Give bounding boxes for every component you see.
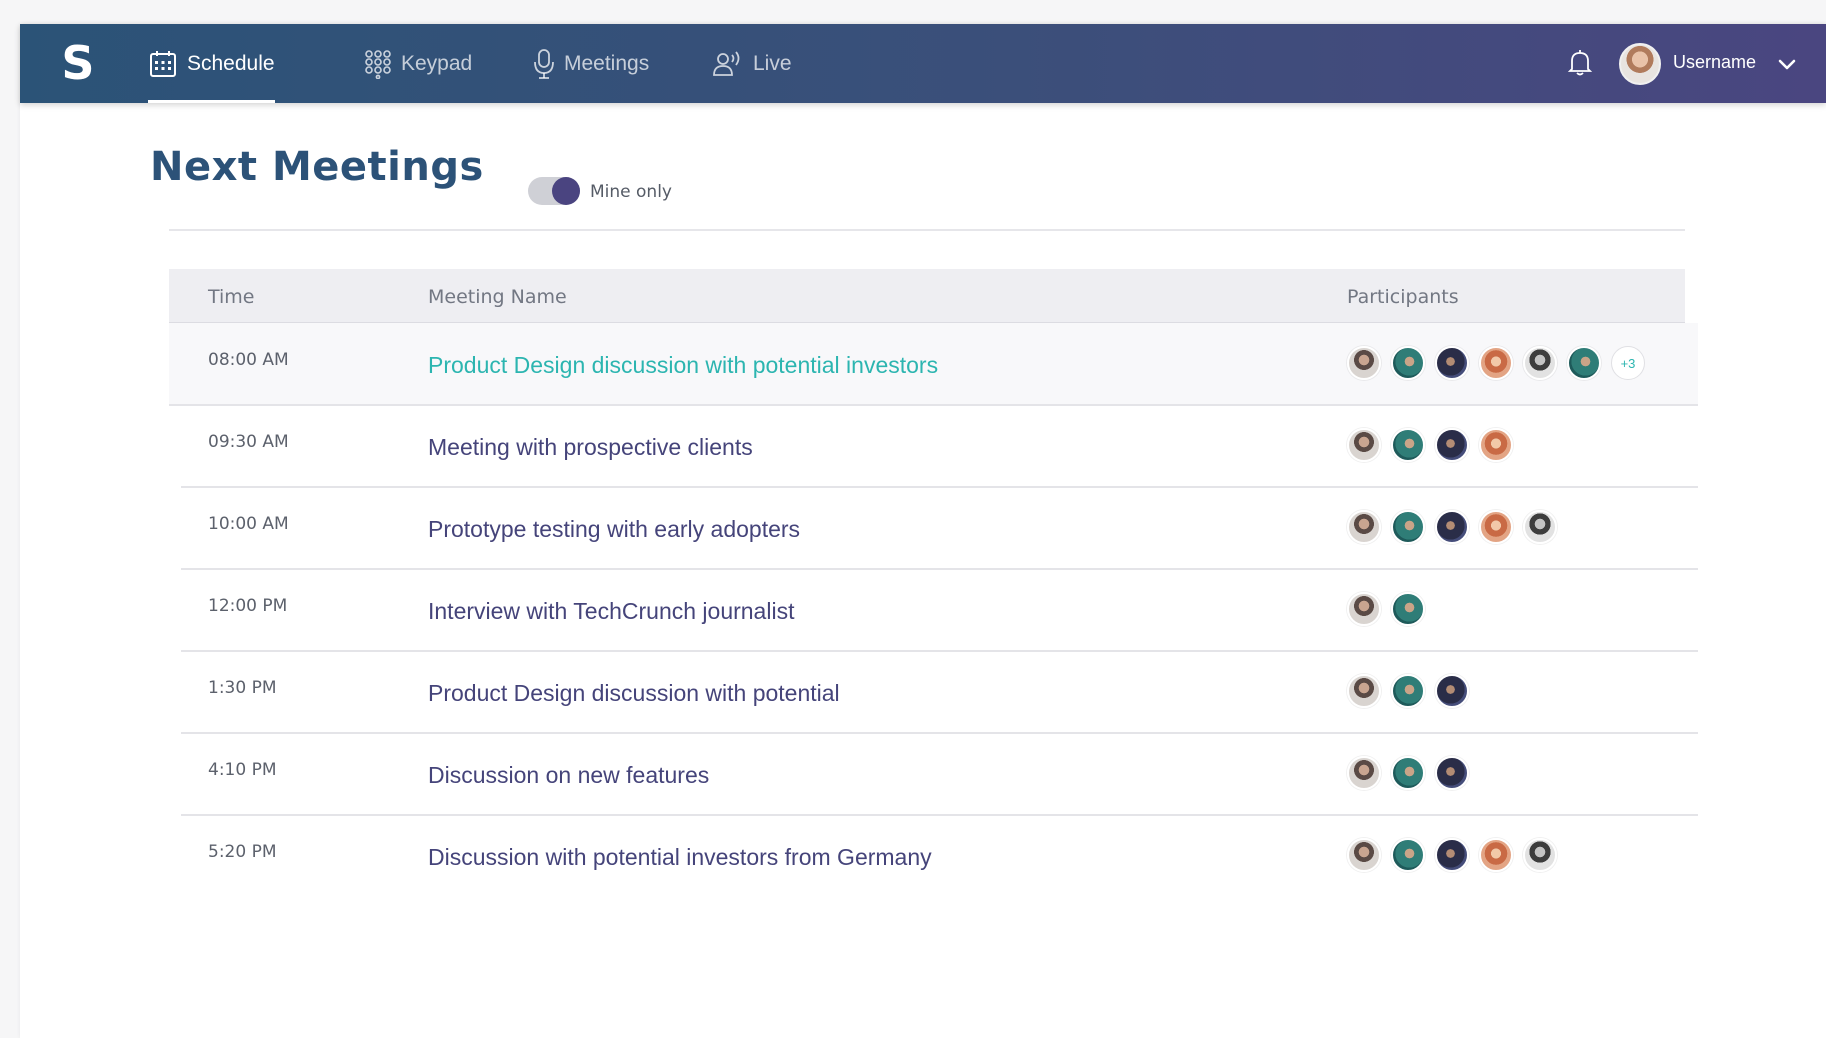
avatar[interactable] bbox=[1391, 510, 1425, 544]
avatar[interactable] bbox=[1347, 510, 1381, 544]
avatar[interactable] bbox=[1347, 592, 1381, 626]
table-row[interactable]: 09:30 AM Meeting with prospective client… bbox=[181, 405, 1698, 488]
avatar[interactable] bbox=[1479, 428, 1513, 462]
avatar[interactable] bbox=[1479, 346, 1513, 380]
avatar[interactable] bbox=[1347, 346, 1381, 380]
avatar[interactable] bbox=[1435, 756, 1469, 790]
chevron-down-icon[interactable] bbox=[1777, 54, 1797, 74]
avatar[interactable] bbox=[1347, 756, 1381, 790]
meeting-name-link[interactable]: Interview with TechCrunch journalist bbox=[428, 598, 794, 625]
meeting-name-link[interactable]: Product Design discussion with potential bbox=[428, 680, 840, 707]
title-divider bbox=[169, 229, 1685, 231]
avatar[interactable] bbox=[1435, 346, 1469, 380]
more-participants-badge[interactable]: +3 bbox=[1611, 346, 1645, 380]
nav-item-keypad[interactable]: Keypad bbox=[364, 24, 472, 103]
participant-list bbox=[1347, 428, 1523, 462]
avatar[interactable] bbox=[1523, 838, 1557, 872]
page-title: Next Meetings bbox=[150, 144, 484, 190]
nav-item-label: Keypad bbox=[401, 51, 473, 75]
participant-list bbox=[1347, 510, 1567, 544]
participant-list bbox=[1347, 592, 1435, 626]
avatar[interactable] bbox=[1567, 346, 1601, 380]
avatar[interactable] bbox=[1435, 510, 1469, 544]
meeting-time: 10:00 AM bbox=[208, 514, 289, 534]
table-header: Time Meeting Name Participants bbox=[169, 269, 1685, 323]
avatar[interactable] bbox=[1523, 346, 1557, 380]
avatar[interactable] bbox=[1435, 428, 1469, 462]
notification-bell-icon[interactable] bbox=[1565, 48, 1595, 78]
meeting-time: 1:30 PM bbox=[208, 678, 277, 698]
nav-item-label: Live bbox=[753, 51, 792, 75]
column-header-meeting-name: Meeting Name bbox=[428, 286, 567, 308]
meeting-time: 08:00 AM bbox=[208, 350, 289, 370]
nav-item-label: Meetings bbox=[564, 51, 650, 75]
top-navbar: S Schedule Keypad Meetings Live Username bbox=[20, 24, 1826, 103]
meeting-name-link[interactable]: Product Design discussion with potential… bbox=[428, 352, 938, 379]
nav-item-schedule[interactable]: Schedule bbox=[148, 24, 275, 103]
meeting-time: 09:30 AM bbox=[208, 432, 289, 452]
avatar[interactable] bbox=[1391, 674, 1425, 708]
participant-list: +3 bbox=[1347, 346, 1645, 380]
table-row[interactable]: 5:20 PM Discussion with potential invest… bbox=[181, 815, 1698, 896]
live-broadcast-icon bbox=[713, 50, 740, 76]
avatar[interactable] bbox=[1435, 674, 1469, 708]
avatar[interactable] bbox=[1347, 838, 1381, 872]
participant-list bbox=[1347, 838, 1567, 872]
avatar[interactable] bbox=[1391, 756, 1425, 790]
meeting-name-link[interactable]: Discussion on new features bbox=[428, 762, 709, 789]
table-row[interactable]: 12:00 PM Interview with TechCrunch journ… bbox=[181, 569, 1698, 652]
toggle-label: Mine only bbox=[590, 182, 672, 202]
avatar[interactable] bbox=[1523, 510, 1557, 544]
meeting-time: 12:00 PM bbox=[208, 596, 288, 616]
avatar[interactable] bbox=[1435, 838, 1469, 872]
table-row[interactable]: 10:00 AM Prototype testing with early ad… bbox=[181, 487, 1698, 570]
active-tab-indicator bbox=[148, 100, 275, 103]
avatar[interactable] bbox=[1391, 838, 1425, 872]
column-header-time: Time bbox=[208, 286, 255, 308]
table-row[interactable]: 08:00 AM Product Design discussion with … bbox=[169, 323, 1698, 406]
avatar[interactable] bbox=[1479, 510, 1513, 544]
avatar[interactable] bbox=[1347, 428, 1381, 462]
avatar[interactable] bbox=[1391, 592, 1425, 626]
mine-only-toggle[interactable] bbox=[528, 177, 580, 205]
table-row[interactable]: 1:30 PM Product Design discussion with p… bbox=[181, 651, 1698, 734]
nav-item-meetings[interactable]: Meetings bbox=[533, 24, 649, 103]
avatar[interactable] bbox=[1391, 346, 1425, 380]
participant-list bbox=[1347, 674, 1479, 708]
meeting-name-link[interactable]: Prototype testing with early adopters bbox=[428, 516, 800, 543]
nav-item-live[interactable]: Live bbox=[712, 24, 792, 103]
meeting-name-link[interactable]: Meeting with prospective clients bbox=[428, 434, 753, 461]
username-label[interactable]: Username bbox=[1673, 52, 1756, 73]
app-logo[interactable]: S bbox=[58, 36, 98, 90]
column-header-participants: Participants bbox=[1347, 286, 1459, 308]
table-row[interactable]: 4:10 PM Discussion on new features bbox=[181, 733, 1698, 816]
calendar-icon bbox=[150, 50, 176, 77]
avatar[interactable] bbox=[1391, 428, 1425, 462]
toggle-knob bbox=[552, 177, 580, 205]
avatar[interactable] bbox=[1347, 674, 1381, 708]
nav-item-label: Schedule bbox=[187, 51, 275, 75]
meeting-name-link[interactable]: Discussion with potential investors from… bbox=[428, 844, 932, 871]
avatar[interactable] bbox=[1479, 838, 1513, 872]
keypad-icon bbox=[365, 49, 391, 79]
meeting-time: 4:10 PM bbox=[208, 760, 277, 780]
microphone-icon bbox=[534, 48, 554, 79]
meeting-time: 5:20 PM bbox=[208, 842, 277, 862]
user-avatar[interactable] bbox=[1619, 43, 1661, 85]
participant-list bbox=[1347, 756, 1479, 790]
